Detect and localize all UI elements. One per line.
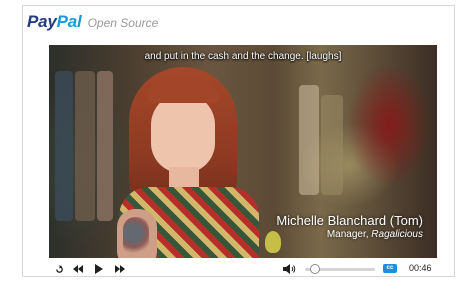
speaker-fringe (147, 81, 219, 103)
repeat-icon (55, 264, 63, 273)
fast-forward-button[interactable] (113, 262, 127, 276)
volume-icon (282, 264, 295, 274)
lower-third: Michelle Blanchard (Tom) Manager, Ragali… (276, 213, 423, 241)
logo-pay: Pay (27, 12, 57, 31)
subtitle-caption: and put in the cash and the change. [lau… (144, 51, 342, 62)
rewind-icon (73, 265, 83, 273)
volume-knob[interactable] (310, 264, 320, 274)
clothing-rack (299, 85, 319, 195)
speaker-name: Michelle Blanchard (Tom) (276, 213, 423, 228)
clothing-rack (321, 95, 343, 195)
clothing-rack (55, 71, 73, 221)
paypal-logo: PayPal (27, 12, 82, 32)
company-name: Ragalicious (371, 229, 423, 240)
play-icon (95, 264, 103, 274)
brand-subtitle: Open Source (87, 16, 159, 30)
video-viewport[interactable]: and put in the cash and the change. [lau… (49, 45, 437, 258)
brand-header: PayPal Open Source (27, 12, 158, 34)
logo-pal: Pal (56, 12, 82, 31)
player-controls: cc 00:46 (49, 262, 437, 278)
fast-forward-icon (115, 265, 125, 273)
play-button[interactable] (93, 262, 105, 276)
speaker-role: Manager, Ragalicious (276, 228, 423, 241)
rewind-button[interactable] (71, 262, 85, 276)
time-display: 00:46 (409, 263, 432, 273)
volume-button[interactable] (281, 262, 297, 276)
closed-captions-button[interactable]: cc (383, 264, 397, 273)
role-prefix: Manager, (326, 229, 372, 240)
speaker (89, 59, 289, 258)
speaker-face (151, 93, 215, 173)
tattoo (123, 217, 149, 257)
repeat-button[interactable] (53, 262, 65, 276)
